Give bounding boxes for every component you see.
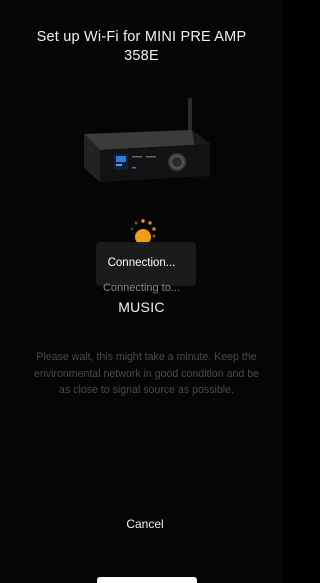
cancel-button[interactable]: Cancel — [95, 510, 195, 538]
connecting-label: Connecting to... — [102, 282, 181, 294]
network-name: MUSIC — [118, 299, 165, 315]
page-title: Set up Wi-Fi for MINI PRE AMP 358E — [36, 29, 247, 64]
toast-text: Connection... — [107, 257, 176, 269]
wifi-setup-screen: Set up Wi-Fi for MINI PRE AMP 358E Conne… — [0, 0, 283, 583]
amplifier-device-image — [84, 98, 210, 185]
wait-message: Please wait, this might take a minute. K… — [34, 351, 259, 396]
home-indicator — [97, 577, 197, 583]
